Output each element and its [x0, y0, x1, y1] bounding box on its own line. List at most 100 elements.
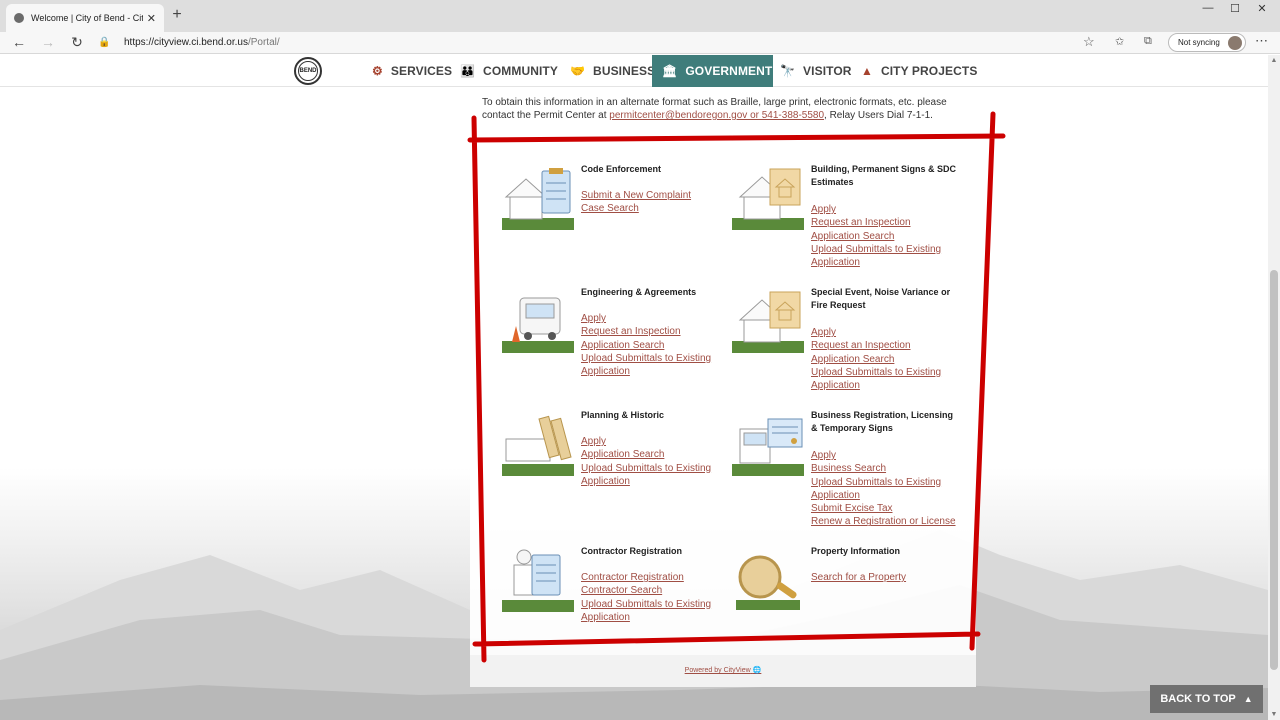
contractor-icon: [502, 549, 574, 612]
module-links: Apply Business Search Upload Submittals …: [811, 449, 961, 529]
gear-icon: ⚙: [372, 64, 383, 78]
back-to-top-label: BACK TO TOP: [1160, 693, 1236, 705]
intro-tail: , Relay Users Dial 7-1-1.: [824, 110, 933, 121]
link-request-inspection[interactable]: Request an Inspection: [811, 216, 961, 229]
nav-government[interactable]: 🏛 GOVERNMENT: [652, 55, 773, 87]
maximize-icon[interactable]: ☐: [1225, 2, 1245, 15]
nav-label: CITY PROJECTS: [880, 64, 978, 78]
back-icon[interactable]: ←: [9, 33, 29, 51]
window-close-icon[interactable]: ✕: [1252, 2, 1272, 15]
scrollbar-thumb[interactable]: [1270, 270, 1278, 670]
nav-label: SERVICES: [390, 64, 453, 78]
back-to-top-button[interactable]: BACK TO TOP ▲: [1150, 685, 1263, 713]
module-links: Submit a New Complaint Case Search: [581, 189, 731, 216]
binoculars-icon: 🔭: [780, 64, 796, 78]
page-scrollbar[interactable]: ▲ ▼: [1268, 55, 1280, 720]
link-business-search[interactable]: Business Search: [811, 462, 961, 475]
link-renew-registration[interactable]: Renew a Registration or License: [811, 515, 961, 528]
url-path: /Portal/: [247, 37, 280, 48]
link-upload-submittals[interactable]: Upload Submittals to Existing Applicatio…: [811, 476, 961, 503]
link-apply[interactable]: Apply: [581, 312, 731, 325]
star-icon[interactable]: ☆: [1083, 34, 1095, 50]
building-icon: 🏛: [662, 64, 678, 78]
nav-business[interactable]: 🤝 BUSINESS: [570, 55, 655, 87]
link-case-search[interactable]: Case Search: [581, 202, 731, 215]
link-upload-submittals[interactable]: Upload Submittals to Existing Applicatio…: [581, 598, 731, 625]
permit-center-contact-link[interactable]: permitcenter@bendoregon.gov or 541-388-5…: [609, 110, 824, 121]
cityview-globe-icon: 🌐: [752, 667, 762, 674]
link-request-inspection[interactable]: Request an Inspection: [811, 339, 961, 352]
module-planning: Planning & Historic Apply Application Se…: [500, 409, 730, 519]
link-upload-submittals[interactable]: Upload Submittals to Existing Applicatio…: [811, 366, 961, 393]
module-links: Apply Request an Inspection Application …: [811, 326, 961, 392]
module-title: Special Event, Noise Variance or Fire Re…: [811, 287, 951, 310]
module-code-enforcement: Code Enforcement Submit a New Complaint …: [500, 163, 730, 273]
link-contractor-registration[interactable]: Contractor Registration: [581, 571, 731, 584]
handshake-icon: 🤝: [570, 64, 586, 78]
nav-community[interactable]: 👪 COMMUNITY: [460, 55, 558, 87]
nav-services[interactable]: ⚙ SERVICES: [372, 55, 452, 87]
scroll-up-icon[interactable]: ▲: [1268, 57, 1280, 64]
link-application-search[interactable]: Application Search: [811, 353, 961, 366]
link-request-inspection[interactable]: Request an Inspection: [581, 325, 731, 338]
sync-label: Not syncing: [1178, 38, 1220, 47]
link-upload-submittals[interactable]: Upload Submittals to Existing Applicatio…: [581, 462, 731, 489]
module-title: Business Registration, Licensing & Tempo…: [811, 410, 954, 433]
link-search-property[interactable]: Search for a Property: [811, 571, 961, 584]
link-submit-excise-tax[interactable]: Submit Excise Tax: [811, 502, 961, 515]
module-title: Code Enforcement: [581, 164, 662, 174]
planning-blueprint-icon: [502, 415, 574, 476]
people-icon: 👪: [460, 64, 476, 78]
link-application-search[interactable]: Application Search: [811, 230, 961, 243]
engineering-truck-icon: [502, 297, 574, 353]
profile-sync-button[interactable]: Not syncing: [1168, 33, 1246, 52]
module-special-event: Special Event, Noise Variance or Fire Re…: [730, 286, 960, 396]
logo-text: BEND: [298, 61, 318, 81]
special-event-icon: [732, 291, 804, 353]
business-license-icon: [732, 418, 804, 476]
link-upload-submittals[interactable]: Upload Submittals to Existing Applicatio…: [581, 352, 731, 379]
module-engineering: Engineering & Agreements Apply Request a…: [500, 286, 730, 396]
module-building: Building, Permanent Signs & SDC Estimate…: [730, 163, 960, 273]
link-submit-complaint[interactable]: Submit a New Complaint: [581, 189, 731, 202]
link-apply[interactable]: Apply: [811, 449, 961, 462]
link-contractor-search[interactable]: Contractor Search: [581, 584, 731, 597]
nav-visitor[interactable]: 🔭 VISITOR: [780, 55, 852, 87]
nav-label: VISITOR: [803, 64, 852, 78]
module-title: Engineering & Agreements: [581, 287, 697, 297]
main-content: To obtain this information in an alterna…: [470, 55, 976, 687]
module-links: Search for a Property: [811, 571, 961, 584]
module-property-information: Property Information Search for a Proper…: [730, 545, 960, 635]
nav-city-projects[interactable]: ▲ CITY PROJECTS: [861, 55, 977, 87]
forward-icon[interactable]: →: [38, 33, 58, 51]
module-contractor-registration: Contractor Registration Contractor Regis…: [500, 545, 730, 635]
module-title: Building, Permanent Signs & SDC Estimate…: [811, 164, 957, 187]
new-tab-button[interactable]: +: [168, 6, 186, 24]
module-title: Planning & Historic: [581, 410, 665, 420]
link-apply[interactable]: Apply: [581, 435, 731, 448]
module-title: Property Information: [811, 546, 901, 556]
scroll-down-icon[interactable]: ▼: [1268, 711, 1280, 718]
url-host: https://cityview.ci.bend.or.us: [124, 37, 248, 48]
link-apply[interactable]: Apply: [811, 203, 961, 216]
link-application-search[interactable]: Application Search: [581, 339, 731, 352]
link-application-search[interactable]: Application Search: [581, 448, 731, 461]
module-links: Apply Request an Inspection Application …: [581, 312, 731, 378]
minimize-icon[interactable]: —: [1198, 2, 1218, 14]
refresh-icon[interactable]: ↻: [67, 33, 87, 51]
arrow-up-icon: ▲: [1243, 694, 1253, 704]
browser-tab[interactable]: Welcome | City of Bend - CityView ✕: [6, 4, 164, 32]
nav-label: COMMUNITY: [483, 64, 558, 78]
city-logo[interactable]: BEND: [294, 57, 322, 85]
link-upload-submittals[interactable]: Upload Submittals to Existing Applicatio…: [811, 243, 961, 270]
module-business-registration: Business Registration, Licensing & Tempo…: [730, 409, 960, 539]
code-enforcement-icon: [502, 168, 574, 230]
powered-by-link[interactable]: Powered by CityView 🌐: [470, 655, 976, 687]
link-apply[interactable]: Apply: [811, 326, 961, 339]
tab-close-icon[interactable]: ✕: [147, 12, 156, 25]
url-field[interactable]: 🔒 https://cityview.ci.bend.or.us/Portal/: [98, 33, 1104, 52]
menu-icon[interactable]: ⋯: [1255, 33, 1268, 49]
collections-icon[interactable]: ⧉: [1144, 35, 1152, 48]
avatar: [1228, 36, 1242, 50]
favorites-icon[interactable]: ✩: [1115, 35, 1124, 48]
